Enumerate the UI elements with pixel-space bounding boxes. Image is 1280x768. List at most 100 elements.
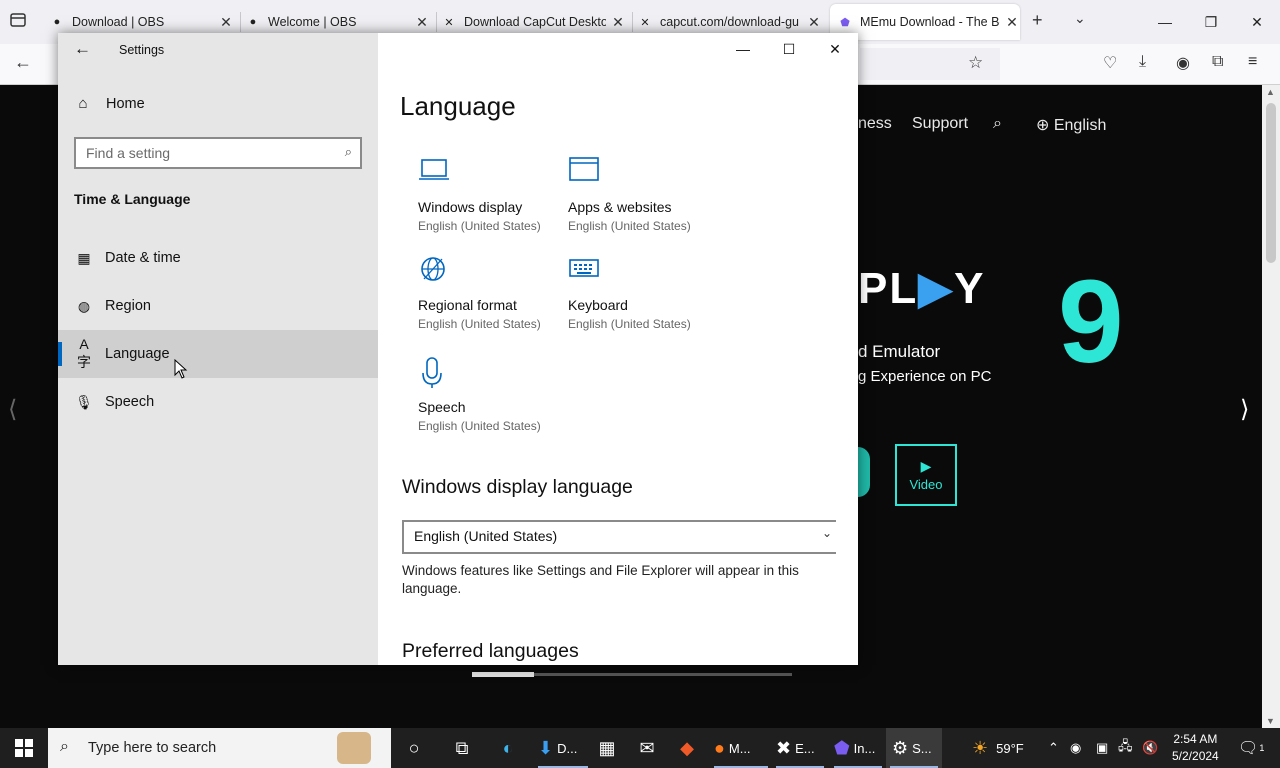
scroll-up-icon[interactable]: ▲ <box>1266 87 1275 97</box>
minimize-icon[interactable]: — <box>720 33 766 65</box>
tab-title: Download | OBS <box>72 15 165 29</box>
close-tab-icon[interactable]: ✕ <box>1004 14 1020 31</box>
network-icon[interactable]: 🖧 <box>1118 728 1133 768</box>
carousel-prev-icon[interactable]: ⟨ <box>8 395 17 424</box>
carousel-next-icon[interactable]: ⟩ <box>1240 395 1249 424</box>
tile-title: Regional format <box>418 297 517 313</box>
webcam-icon[interactable]: ▣ <box>1096 728 1108 768</box>
sidebar-item-label: Language <box>105 346 170 362</box>
memu-favicon-icon: ⬟ <box>840 16 850 29</box>
settings-content: — ☐ ✕ Language Windows display English (… <box>378 33 858 665</box>
close-icon[interactable]: ✕ <box>812 33 858 65</box>
taskbar-app-downloads[interactable]: ⬇ D... <box>534 728 592 768</box>
notification-count: 1 <box>1259 743 1265 753</box>
nav-support-link[interactable]: Support <box>912 115 968 133</box>
video-button-label: Video <box>909 477 943 492</box>
store-icon[interactable]: ▦ <box>596 728 622 768</box>
account-icon[interactable]: ◉ <box>1176 53 1190 73</box>
scrollbar-thumb[interactable] <box>1266 103 1276 263</box>
tile-title: Speech <box>418 399 466 415</box>
play-triangle-icon: ▶ <box>918 264 955 313</box>
minimize-icon[interactable]: — <box>1142 0 1188 44</box>
close-tab-icon[interactable]: ✕ <box>806 14 822 31</box>
globe-icon: ◍ <box>77 297 91 314</box>
download-icon[interactable]: ⤓ <box>1139 53 1146 71</box>
tile-keyboard[interactable]: Keyboard English (United States) <box>568 255 708 331</box>
download-arrow-icon: ⬇ <box>538 737 554 758</box>
extensions-icon[interactable]: ⧉ <box>1212 53 1223 71</box>
settings-window-controls: — ☐ ✕ <box>720 33 858 65</box>
tile-apps-websites[interactable]: Apps & websites English (United States) <box>568 157 708 233</box>
sidebar-item-speech[interactable]: 🎙 Speech <box>58 378 378 426</box>
section-title: Time & Language <box>74 191 191 207</box>
chevron-down-icon: ⌄ <box>821 526 832 540</box>
pocket-icon[interactable]: ♡ <box>1103 53 1117 73</box>
language-selector[interactable]: ⊕ English <box>1036 115 1106 135</box>
logo-text-end: Y <box>954 264 986 313</box>
notification-center-icon[interactable]: 🗨 1 <box>1238 728 1264 768</box>
chevron-down-icon[interactable]: ⌄ <box>1074 10 1086 27</box>
taskbar-app-label: D... <box>557 740 578 756</box>
tray-overflow-icon[interactable]: ⌃ <box>1048 728 1059 768</box>
laptop-icon <box>418 157 558 193</box>
page-scrollbar[interactable]: ▲ ▼ <box>1262 85 1280 728</box>
new-tab-icon[interactable]: + <box>1032 10 1043 31</box>
find-setting-input[interactable]: Find a setting ⌕ <box>74 137 362 169</box>
nav-business-link[interactable]: ness <box>858 115 892 133</box>
brave-icon[interactable]: ◆ <box>676 728 702 768</box>
sidebar-item-language[interactable]: A字 Language <box>58 330 378 378</box>
record-icon[interactable]: ◉ <box>1070 728 1081 768</box>
tab-list-icon[interactable] <box>8 10 30 32</box>
bookmark-star-icon[interactable]: ☆ <box>968 53 983 73</box>
sidebar-item-home[interactable]: ⌂ Home <box>74 95 145 112</box>
cortana-icon[interactable]: ○ <box>405 728 427 768</box>
restore-icon[interactable]: ❐ <box>1188 0 1234 44</box>
weather-widget[interactable]: ☀ 59°F <box>972 728 1024 768</box>
mail-icon[interactable]: ✉ <box>636 728 662 768</box>
close-tab-icon[interactable]: ✕ <box>218 14 234 31</box>
back-arrow-icon[interactable]: ← <box>14 52 32 73</box>
menu-icon[interactable]: ≡ <box>1248 53 1257 71</box>
browser-tab-memu[interactable]: ⬟ MEmu Download - The Be ✕ <box>830 4 1020 40</box>
hero-headline: d Emulator <box>858 342 941 361</box>
close-tab-icon[interactable]: ✕ <box>414 14 430 31</box>
volume-muted-icon[interactable]: 🔇 <box>1142 728 1158 768</box>
tile-windows-display[interactable]: Windows display English (United States) <box>418 157 558 233</box>
back-arrow-icon[interactable]: ← <box>74 39 91 59</box>
display-language-heading: Windows display language <box>402 476 633 498</box>
memu-play-logo: PL▶Y <box>858 263 985 314</box>
weather-temp: 59°F <box>996 740 1024 756</box>
maximize-icon[interactable]: ☐ <box>766 33 812 65</box>
download-button-partial[interactable] <box>858 447 870 497</box>
tab-divider <box>240 12 241 32</box>
task-view-icon[interactable]: ⧉ <box>452 728 476 768</box>
search-placeholder: Find a setting <box>86 145 171 161</box>
tab-title: MEmu Download - The Be <box>860 15 1000 29</box>
taskbar-app-capcut[interactable]: ✖ E... <box>772 728 828 768</box>
tile-speech[interactable]: Speech English (United States) <box>418 357 558 433</box>
settings-sidebar: ← Settings ⌂ Home Find a setting ⌕ Time … <box>58 33 378 665</box>
system-clock[interactable]: 2:54 AM 5/2/2024 <box>1172 731 1219 765</box>
tile-regional-format[interactable]: Regional format English (United States) <box>418 255 558 331</box>
sidebar-item-date-time[interactable]: ▦ Date & time <box>58 234 378 282</box>
windows-logo-icon <box>15 739 33 757</box>
capcut-favicon-icon: ✕ <box>444 16 454 29</box>
taskbar-search-placeholder: Type here to search <box>88 740 217 756</box>
taskbar-app-settings[interactable]: ⚙ S... <box>886 728 942 768</box>
edge-icon[interactable]: ◐ <box>496 728 524 768</box>
search-icon[interactable]: ⌕ <box>993 115 1002 133</box>
sidebar-item-label: Home <box>106 95 145 112</box>
video-button[interactable]: ▶ Video <box>895 444 957 506</box>
sidebar-item-region[interactable]: ◍ Region <box>58 282 378 330</box>
taskbar-app-memu[interactable]: ⬟ In... <box>830 728 886 768</box>
scroll-down-icon[interactable]: ▼ <box>1266 716 1275 726</box>
search-icon[interactable]: ⌕ <box>345 144 352 160</box>
window-title: Settings <box>119 43 165 57</box>
taskbar-app-firefox[interactable]: ● M... <box>710 728 772 768</box>
start-button[interactable] <box>0 728 48 768</box>
close-tab-icon[interactable]: ✕ <box>610 14 626 31</box>
taskbar-search-box[interactable]: ⌕ Type here to search <box>48 728 391 768</box>
display-language-dropdown[interactable]: English (United States) ⌄ <box>402 520 836 554</box>
language-label: English <box>1053 117 1107 134</box>
close-icon[interactable]: ✕ <box>1234 0 1280 44</box>
